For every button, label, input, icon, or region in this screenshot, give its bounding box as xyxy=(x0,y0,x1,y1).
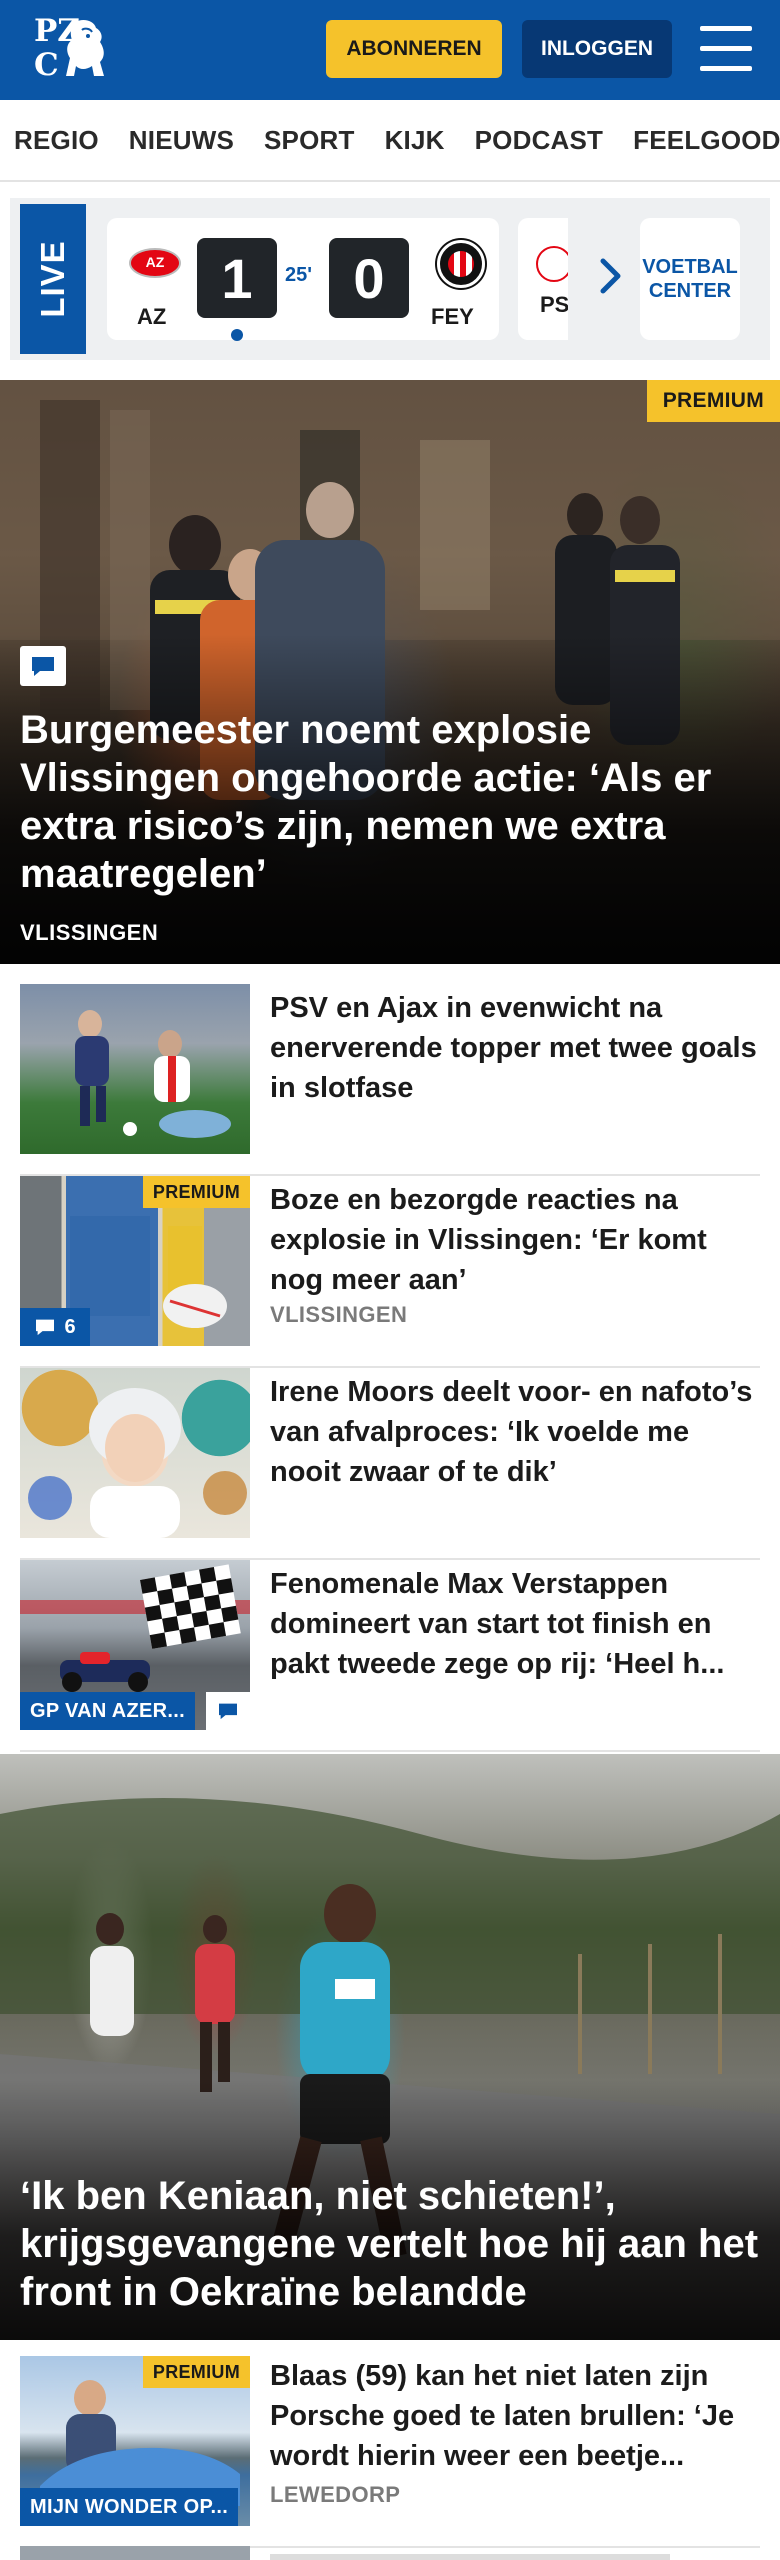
article-title-fragment xyxy=(270,2554,670,2560)
subscribe-button[interactable]: ABONNEREN xyxy=(326,20,502,78)
section-nav: REGIO NIEUWS SPORT KIJK PODCAST FEELGOOD… xyxy=(0,100,780,182)
live-badge: LIVE xyxy=(20,204,86,354)
pzc-logo[interactable]: PZ C xyxy=(30,14,112,86)
article-title: PSV en Ajax in evenwicht na enerverende … xyxy=(270,992,757,1104)
away-score: 0 xyxy=(329,238,409,318)
away-team-name: FEY xyxy=(431,304,474,329)
comment-count-badge: 6 xyxy=(20,1308,90,1346)
feyenoord-logo-icon xyxy=(437,240,485,288)
list-item-porsche[interactable]: PREMIUM MIJN WONDER OP... Blaas (59) kan… xyxy=(20,2356,760,2548)
list-item-partial[interactable] xyxy=(20,2546,760,2560)
premium-badge: PREMIUM xyxy=(646,380,780,422)
article-kicker: LEWEDORP xyxy=(270,2482,401,2507)
chevron-right-icon[interactable] xyxy=(598,256,624,296)
live-indicator-dot xyxy=(231,329,243,341)
psv-logo-icon xyxy=(536,246,568,282)
lion-emblem-icon xyxy=(66,20,104,76)
article-title: Blaas (59) kan het niet laten zijn Porsc… xyxy=(270,2360,735,2472)
premium-badge: PREMIUM xyxy=(142,2356,250,2388)
article-thumbnail: PREMIUM 6 xyxy=(20,1176,250,1346)
az-logo-text: AZ xyxy=(145,254,165,270)
nav-item-podcast[interactable]: PODCAST xyxy=(475,125,604,156)
hero-title: Burgemeester noemt explosie Vlissingen o… xyxy=(20,708,712,896)
nav-item-nieuws[interactable]: NIEUWS xyxy=(129,125,234,156)
nav-item-kijk[interactable]: KIJK xyxy=(385,125,445,156)
article-title: Boze en bezorgde reacties na explosie in… xyxy=(270,1184,707,1296)
article-thumbnail: PREMIUM MIJN WONDER OP... xyxy=(20,2356,250,2526)
logo-text-bottom: C xyxy=(34,47,59,83)
home-score: 1 xyxy=(197,238,277,318)
article-kicker: VLISSINGEN xyxy=(270,1302,408,1327)
category-label: MIJN WONDER OP... xyxy=(20,2488,239,2526)
live-scores-strip: LIVE AZ AZ 1 25' 0 FEY PS VOETBAL CENTER xyxy=(10,198,770,360)
match-card-az-fey[interactable]: AZ AZ 1 25' 0 FEY xyxy=(107,218,499,341)
nav-item-sport[interactable]: SPORT xyxy=(264,125,355,156)
article-title: Irene Moors deelt voor- en nafoto’s van … xyxy=(270,1376,753,1488)
video-hero-title: ‘Ik ben Keniaan, niet schieten!’, krijgs… xyxy=(20,2174,759,2314)
nav-item-feelgood[interactable]: FEELGOOD xyxy=(633,125,780,156)
comment-count: 6 xyxy=(64,1315,76,1338)
category-label: GP VAN AZER... xyxy=(20,1692,195,1730)
hero-kicker: VLISSINGEN xyxy=(20,920,159,945)
article-thumbnail xyxy=(20,2546,250,2560)
premium-badge: PREMIUM xyxy=(142,1176,250,1208)
comment-icon xyxy=(36,1319,55,1336)
nav-item-regio[interactable]: REGIO xyxy=(14,125,99,156)
menu-icon[interactable] xyxy=(700,26,752,72)
article-title: Fenomenale Max Verstappen domineert van … xyxy=(270,1568,725,1680)
home-team-name: AZ xyxy=(137,304,167,329)
list-item-irene-moors[interactable]: Irene Moors deelt voor- en nafoto’s van … xyxy=(20,1368,760,1560)
article-thumbnail xyxy=(20,984,250,1154)
comment-icon xyxy=(206,1692,250,1730)
login-button[interactable]: INLOGGEN xyxy=(522,20,672,78)
site-header: PZ C ABONNEREN INLOGGEN xyxy=(0,0,780,100)
match-card-psv[interactable]: PS xyxy=(518,218,568,340)
az-logo-icon: AZ xyxy=(129,248,181,278)
comment-icon xyxy=(20,646,66,686)
list-item-psv-ajax[interactable]: PSV en Ajax in evenwicht na enerverende … xyxy=(20,984,760,1176)
live-label: LIVE xyxy=(34,240,71,318)
voetbal-center-link[interactable]: VOETBAL CENTER xyxy=(640,218,740,340)
list-item-vlissingen-reactions[interactable]: PREMIUM 6 Boze en bezorgde reacties na e… xyxy=(20,1176,760,1368)
psv-team-name: PS xyxy=(540,292,568,317)
match-minute: 25' xyxy=(285,264,313,286)
video-hero-article[interactable]: ‘Ik ben Keniaan, niet schieten!’, krijgs… xyxy=(0,1754,780,2340)
article-thumbnail xyxy=(20,1368,250,1538)
hero-article[interactable]: PREMIUM Burgemeester noemt explosie Vlis… xyxy=(0,380,780,964)
article-thumbnail: GP VAN AZER... xyxy=(20,1560,250,1730)
list-item-verstappen[interactable]: GP VAN AZER... Fenomenale Max Verstappen… xyxy=(20,1560,760,1752)
